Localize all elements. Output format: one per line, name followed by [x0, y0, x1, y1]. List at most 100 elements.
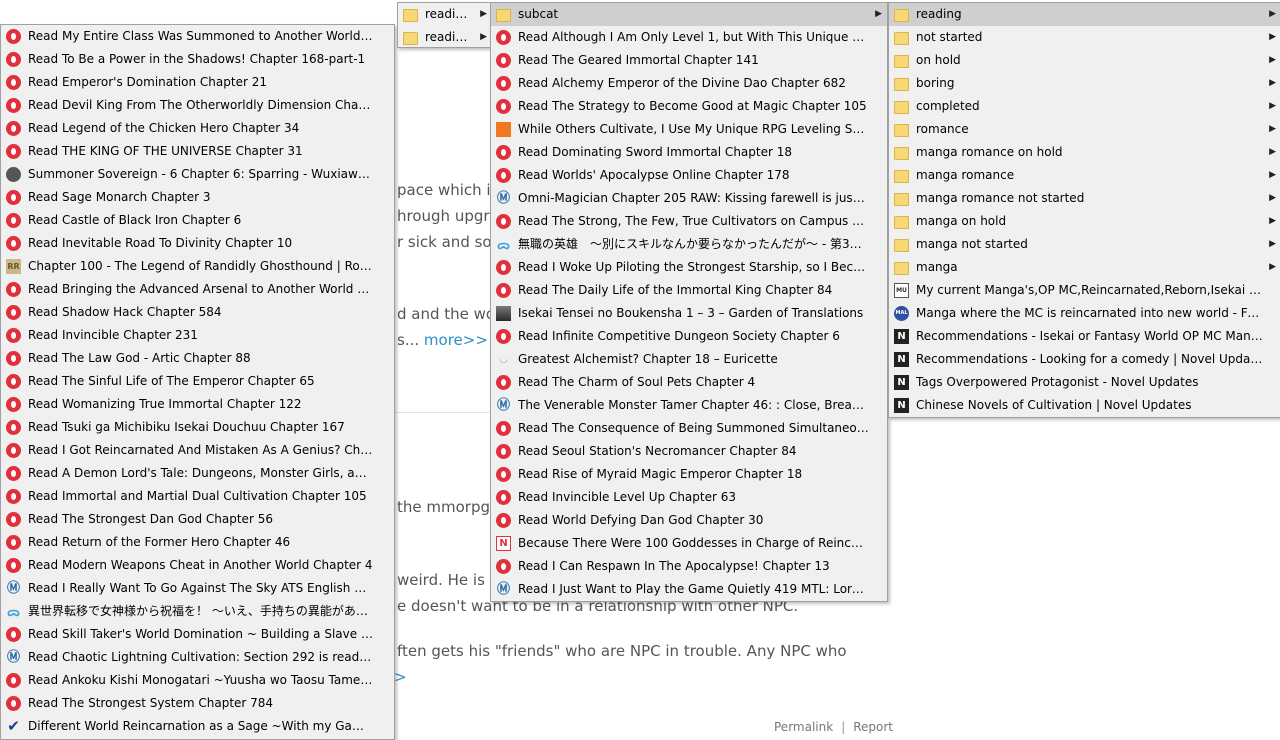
bookmark-menu-item[interactable]: Read Sage Monarch Chapter 3	[1, 186, 394, 209]
folder-menu-item[interactable]: not started ▶	[889, 26, 1280, 49]
folder-menu-item[interactable]: manga on hold ▶	[889, 210, 1280, 233]
bookmark-menu-item[interactable]: Ⓜ The Venerable Monster Tamer Chapter 46:…	[491, 394, 887, 417]
bookmark-menu-item[interactable]: ᯅ 異世界転移で女神様から祝福を！ 〜いえ、手持ちの異能があるので	[1, 600, 394, 623]
bookmark-menu-item[interactable]: Isekai Tensei no Boukensha 1 – 3 – Garde…	[491, 302, 887, 325]
bookmark-menu-item[interactable]: Read Womanizing True Immortal Chapter 12…	[1, 393, 394, 416]
bookmark-menu-item[interactable]: Read The Consequence of Being Summoned S…	[491, 417, 887, 440]
bookmark-menu-item[interactable]: Read Skill Taker's World Domination ~ Bu…	[1, 623, 394, 646]
bookmark-menu-item[interactable]: Read I Can Respawn In The Apocalypse! Ch…	[491, 555, 887, 578]
permalink-link[interactable]: Permalink	[774, 720, 833, 734]
menu-item-label: Read The Consequence of Being Summoned S…	[518, 421, 869, 435]
bookmark-menu-item[interactable]: Read The Sinful Life of The Emperor Chap…	[1, 370, 394, 393]
bookmark-menu-item[interactable]: Read The Geared Immortal Chapter 141	[491, 49, 887, 72]
bookmark-menu-item[interactable]: MU My current Manga's,OP MC,Reincarnated,…	[889, 279, 1280, 302]
bookmark-menu-item[interactable]: Read Seoul Station's Necromancer Chapter…	[491, 440, 887, 463]
bookmark-menu-item[interactable]: Read Shadow Hack Chapter 584	[1, 301, 394, 324]
bookmark-menu-item[interactable]: Read Immortal and Martial Dual Cultivati…	[1, 485, 394, 508]
bookmark-menu-item[interactable]: Read To Be a Power in the Shadows! Chapt…	[1, 48, 394, 71]
bookmark-menu-item[interactable]: N Because There Were 100 Goddesses in Cha…	[491, 532, 887, 555]
bookmark-menu-item[interactable]: Read The Charm of Soul Pets Chapter 4	[491, 371, 887, 394]
folder-menu-item[interactable]: reading ▶	[889, 3, 1280, 26]
bookmark-menu-item[interactable]: Read Castle of Black Iron Chapter 6	[1, 209, 394, 232]
menu-item-label: Read Return of the Former Hero Chapter 4…	[28, 535, 291, 549]
bookmark-menu-item[interactable]: Read My Entire Class Was Summoned to Ano…	[1, 25, 394, 48]
bookmark-menu-item[interactable]: Read Ankoku Kishi Monogatari ~Yuusha wo …	[1, 669, 394, 692]
bookmark-menu-item[interactable]: Read Tsuki ga Michibiku Isekai Douchuu C…	[1, 416, 394, 439]
bookmark-menu-item[interactable]: Read Return of the Former Hero Chapter 4…	[1, 531, 394, 554]
bookmark-menu-item[interactable]: Read Legend of the Chicken Hero Chapter …	[1, 117, 394, 140]
menu-item-label: Isekai Tensei no Boukensha 1 – 3 – Garde…	[518, 306, 864, 320]
bookmark-menu-item[interactable]: Read The Law God - Artic Chapter 88	[1, 347, 394, 370]
red-logo-icon	[6, 558, 21, 573]
folder-menu-item[interactable]: reading1 ▶	[398, 3, 492, 26]
bookmark-menu-item[interactable]: Read Emperor's Domination Chapter 21	[1, 71, 394, 94]
red-logo-icon	[6, 397, 21, 412]
bookmark-menu-item[interactable]: Read Dominating Sword Immortal Chapter 1…	[491, 141, 887, 164]
bookmark-menu-item[interactable]: MAL Manga where the MC is reincarnated in…	[889, 302, 1280, 325]
bookmark-menu-item[interactable]: Read Worlds' Apocalypse Online Chapter 1…	[491, 164, 887, 187]
red-logo-icon	[6, 466, 21, 481]
bookmark-menu-item[interactable]: Ⓜ Omni-Magician Chapter 205 RAW: Kissing …	[491, 187, 887, 210]
bookmark-menu-item[interactable]: Ⓜ Read I Just Want to Play the Game Quiet…	[491, 578, 887, 601]
menu-item-label: Read I Got Reincarnated And Mistaken As …	[28, 443, 374, 457]
bg-more-glyph[interactable]: >	[394, 668, 407, 686]
folder-menu-item[interactable]: on hold ▶	[889, 49, 1280, 72]
folder-menu-item[interactable]: manga romance ▶	[889, 164, 1280, 187]
bookmark-menu-item[interactable]: Summoner Sovereign - 6 Chapter 6: Sparri…	[1, 163, 394, 186]
bookmark-menu-item[interactable]: Read The Strong, The Few, True Cultivato…	[491, 210, 887, 233]
bookmark-menu-item[interactable]: Read World Defying Dan God Chapter 30	[491, 509, 887, 532]
bookmark-menu-item[interactable]: Read Although I Am Only Level 1, but Wit…	[491, 26, 887, 49]
folder-menu-item[interactable]: romance ▶	[889, 118, 1280, 141]
bookmark-menu-item[interactable]: N Recommendations - Looking for a comedy …	[889, 348, 1280, 371]
bookmark-menu-item[interactable]: Read The Strongest System Chapter 784	[1, 692, 394, 715]
bookmark-menu-item[interactable]: Read Alchemy Emperor of the Divine Dao C…	[491, 72, 887, 95]
folder-menu-item[interactable]: completed ▶	[889, 95, 1280, 118]
red-logo-icon	[496, 214, 511, 229]
bookmark-menu-item[interactable]: Read Invincible Level Up Chapter 63	[491, 486, 887, 509]
menu-item-label: Summoner Sovereign - 6 Chapter 6: Sparri…	[28, 167, 374, 181]
bookmark-menu-item[interactable]: Read A Demon Lord's Tale: Dungeons, Mons…	[1, 462, 394, 485]
red-logo-icon	[496, 99, 511, 114]
bookmark-menu-item[interactable]: Read Bringing the Advanced Arsenal to An…	[1, 278, 394, 301]
folder-menu-item[interactable]: manga romance on hold ▶	[889, 141, 1280, 164]
bookmark-menu-item[interactable]: N Chinese Novels of Cultivation | Novel U…	[889, 394, 1280, 417]
bookmark-menu-item[interactable]: Ⓜ Read Chaotic Lightning Cultivation: Sec…	[1, 646, 394, 669]
bookmark-menu-item[interactable]: Read Rise of Myraid Magic Emperor Chapte…	[491, 463, 887, 486]
bookmark-menu-item[interactable]: Read I Got Reincarnated And Mistaken As …	[1, 439, 394, 462]
menu-item-label: Read The Strongest Dan God Chapter 56	[28, 512, 273, 526]
bookmark-menu-item[interactable]: Read The Strongest Dan God Chapter 56	[1, 508, 394, 531]
bookmark-menu-item[interactable]: N Recommendations - Isekai or Fantasy Wor…	[889, 325, 1280, 348]
bookmark-menu-item[interactable]: ᯅ 無職の英雄 ～別にスキルなんか要らなかったんだが～ - 第34話 ある	[491, 233, 887, 256]
folder-menu-item[interactable]: boring ▶	[889, 72, 1280, 95]
folder-menu-item[interactable]: subcat ▶	[491, 3, 887, 26]
menu-item-label: Read The Charm of Soul Pets Chapter 4	[518, 375, 756, 389]
folder-menu-item[interactable]: manga not started ▶	[889, 233, 1280, 256]
more-link[interactable]: more>>	[424, 331, 488, 349]
bookmark-menu-item[interactable]: Read Infinite Competitive Dungeon Societ…	[491, 325, 887, 348]
menu-item-label: romance	[916, 122, 969, 136]
folder-icon	[894, 32, 909, 45]
bookmark-menu-item[interactable]: Ⓜ Read I Really Want To Go Against The Sk…	[1, 577, 394, 600]
bookmark-menu-item[interactable]: ◡ Greatest Alchemist? Chapter 18 – Eurice…	[491, 348, 887, 371]
bookmark-menu-item[interactable]: Read Invincible Chapter 231	[1, 324, 394, 347]
bookmark-menu-item[interactable]: Read The Strategy to Become Good at Magi…	[491, 95, 887, 118]
bookmark-menu-item[interactable]: Read The Daily Life of the Immortal King…	[491, 279, 887, 302]
red-logo-icon	[6, 282, 21, 297]
bookmark-menu-item[interactable]: ✔ Different World Reincarnation as a Sage…	[1, 715, 394, 738]
bookmark-menu-item[interactable]: Read I Woke Up Piloting the Strongest St…	[491, 256, 887, 279]
bookmark-menu-item[interactable]: N Tags Overpowered Protagonist - Novel Up…	[889, 371, 1280, 394]
folder-menu-item[interactable]: manga romance not started ▶	[889, 187, 1280, 210]
n-black-icon: N	[894, 398, 909, 413]
red-logo-icon	[6, 190, 21, 205]
report-link[interactable]: Report	[853, 720, 893, 734]
folder-menu-item[interactable]: reading3 ▶	[398, 26, 492, 49]
red-logo-icon	[6, 489, 21, 504]
folder-menu-item[interactable]: manga ▶	[889, 256, 1280, 279]
bookmark-menu-item[interactable]: While Others Cultivate, I Use My Unique …	[491, 118, 887, 141]
bookmark-menu-item[interactable]: Read THE KING OF THE UNIVERSE Chapter 31	[1, 140, 394, 163]
bookmark-menu-item[interactable]: Read Modern Weapons Cheat in Another Wor…	[1, 554, 394, 577]
bookmark-menu-item[interactable]: RR Chapter 100 - The Legend of Randidly G…	[1, 255, 394, 278]
menu-item-label: Read Rise of Myraid Magic Emperor Chapte…	[518, 467, 803, 481]
bookmark-menu-item[interactable]: Read Inevitable Road To Divinity Chapter…	[1, 232, 394, 255]
bookmark-menu-item[interactable]: Read Devil King From The Otherworldly Di…	[1, 94, 394, 117]
